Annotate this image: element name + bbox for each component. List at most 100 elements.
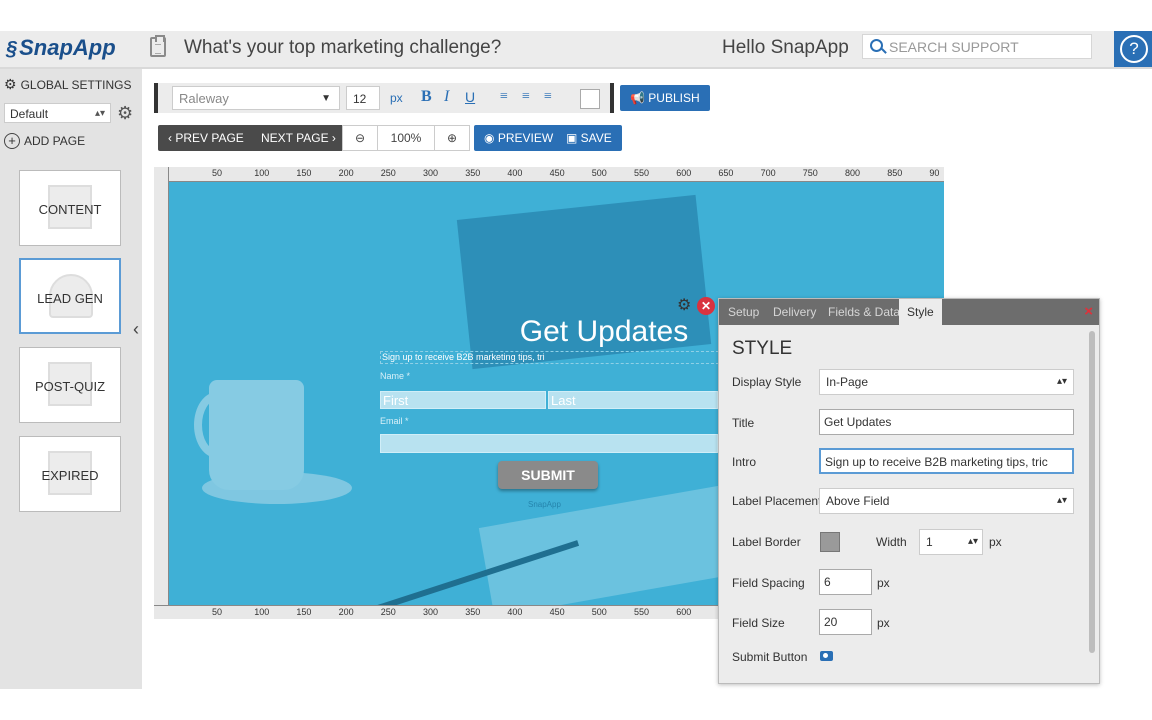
preview-button[interactable]: ◉ PREVIEW bbox=[474, 125, 564, 151]
ruler-tick-label: 500 bbox=[591, 168, 607, 178]
publish-button[interactable]: 📢 PUBLISH bbox=[620, 85, 710, 111]
align-right-icon[interactable]: ≡ bbox=[544, 89, 552, 105]
snapapp-logo[interactable]: §SnapApp bbox=[6, 35, 116, 61]
first-name-field[interactable]: First bbox=[380, 391, 546, 409]
text-color-picker[interactable] bbox=[580, 89, 600, 109]
snapapp-mark-icon: § bbox=[6, 38, 18, 60]
page-card-label: EXPIRED bbox=[41, 468, 99, 483]
label-placement-select[interactable]: Above Field ▴▾ bbox=[819, 488, 1074, 514]
px-unit: px bbox=[877, 616, 890, 630]
page-card-lead-gen[interactable]: LEAD GEN bbox=[19, 258, 121, 334]
help-button[interactable]: ? bbox=[1114, 31, 1152, 67]
font-family-select[interactable]: Raleway ▼ bbox=[172, 86, 340, 110]
ruler-top: 50 100 150 200 250 300 350 400 450 500 550 600 650 70… bbox=[154, 167, 944, 182]
zoom-level: 100% bbox=[377, 125, 435, 151]
page-card-label: CONTENT bbox=[38, 202, 102, 217]
tab-fields-data[interactable]: Fields & Data bbox=[828, 305, 900, 319]
zoom-out-icon[interactable]: ⊖ bbox=[342, 125, 378, 151]
tab-setup[interactable]: Setup bbox=[728, 305, 759, 319]
clipboard-icon[interactable] bbox=[150, 35, 166, 57]
app-header: §SnapApp What's your top marketing chall… bbox=[0, 31, 1152, 69]
display-style-select[interactable]: In-Page ▴▾ bbox=[819, 369, 1074, 395]
px-unit: px bbox=[989, 535, 1002, 549]
bold-button[interactable]: B bbox=[421, 88, 432, 106]
border-width-select[interactable]: 1 ▴▾ bbox=[919, 529, 983, 555]
label-border-label: Label Border bbox=[732, 535, 801, 549]
ruler-tick-label: 350 bbox=[465, 607, 481, 617]
form-title[interactable]: Get Updates bbox=[454, 315, 754, 349]
preview-label: PREVIEW bbox=[497, 131, 554, 145]
gear-icon[interactable]: ⚙ bbox=[677, 298, 693, 314]
chevron-left-icon[interactable]: ‹ bbox=[133, 319, 139, 340]
background-mug bbox=[209, 380, 304, 490]
save-button[interactable]: ▣ SAVE bbox=[556, 125, 622, 151]
title-label: Title bbox=[732, 416, 755, 430]
title-input[interactable]: Get Updates bbox=[819, 409, 1074, 435]
eye-icon: ◉ bbox=[484, 131, 498, 145]
font-size-unit: px bbox=[390, 91, 403, 105]
last-name-field[interactable]: Last bbox=[548, 391, 718, 409]
floppy-icon: ▣ bbox=[566, 131, 581, 145]
user-greeting[interactable]: Hello SnapApp bbox=[722, 37, 849, 59]
label-placement-label: Label Placement bbox=[732, 494, 822, 508]
form-intro[interactable]: Sign up to receive B2B marketing tips, t… bbox=[380, 351, 719, 364]
email-label: Email * bbox=[380, 416, 409, 426]
global-settings-label: GLOBAL SETTINGS bbox=[20, 78, 132, 92]
search-input[interactable] bbox=[887, 37, 1091, 57]
megaphone-icon: 📢 bbox=[630, 91, 649, 105]
select-arrows-icon: ▴▾ bbox=[967, 536, 978, 547]
italic-button[interactable]: I bbox=[444, 88, 449, 106]
theme-select[interactable]: Default ▴▾ bbox=[4, 103, 111, 123]
align-left-icon[interactable]: ≡ bbox=[500, 89, 508, 105]
font-size-input[interactable]: 12 bbox=[346, 86, 380, 110]
field-size-label: Field Size bbox=[732, 616, 785, 630]
field-size-input[interactable]: 20 bbox=[819, 609, 872, 635]
submit-button-label: Submit Button bbox=[732, 650, 808, 664]
page-card-label: POST-QUIZ bbox=[34, 379, 106, 394]
ruler-tick-label: 90 bbox=[929, 168, 940, 178]
underline-button[interactable]: U bbox=[465, 89, 475, 105]
panel-scrollbar[interactable] bbox=[1089, 331, 1095, 653]
submit-button[interactable]: SUBMIT bbox=[498, 461, 598, 489]
ruler-tick-label: 600 bbox=[676, 168, 692, 178]
ruler-tick-label: 700 bbox=[760, 168, 776, 178]
search-support-box[interactable] bbox=[862, 34, 1092, 59]
ruler-tick-label: 300 bbox=[423, 168, 439, 178]
style-panel: Setup Delivery Fields & Data Style × STY… bbox=[718, 298, 1100, 684]
page-card-content[interactable]: CONTENT bbox=[19, 170, 121, 246]
email-field[interactable] bbox=[380, 434, 718, 453]
logo-text: SnapApp bbox=[19, 35, 116, 60]
name-label: Name * bbox=[380, 371, 411, 381]
ruler-tick-label: 200 bbox=[338, 607, 354, 617]
ruler-tick-label: 200 bbox=[338, 168, 354, 178]
intro-input[interactable]: Sign up to receive B2B marketing tips, t… bbox=[819, 448, 1074, 474]
ruler-tick-label: 250 bbox=[380, 168, 396, 178]
ruler-tick-label: 850 bbox=[887, 168, 903, 178]
theme-settings-gear-icon[interactable]: ⚙ bbox=[117, 103, 133, 124]
ruler-tick-label: 250 bbox=[380, 607, 396, 617]
ruler-tick-label: 500 bbox=[591, 607, 607, 617]
page-card-expired[interactable]: EXPIRED bbox=[19, 436, 121, 512]
label-border-color-picker[interactable] bbox=[820, 532, 840, 552]
align-center-icon[interactable]: ≡ bbox=[522, 89, 530, 105]
search-icon bbox=[870, 39, 883, 52]
next-page-label: NEXT PAGE bbox=[261, 131, 329, 145]
ruler-tick-label: 100 bbox=[254, 607, 270, 617]
tab-delivery[interactable]: Delivery bbox=[773, 305, 816, 319]
select-arrows-icon: ▴▾ bbox=[94, 108, 105, 119]
global-settings-button[interactable]: ⚙ GLOBAL SETTINGS bbox=[4, 76, 131, 93]
tab-style[interactable]: Style bbox=[899, 299, 942, 325]
ruler-tick-label: 800 bbox=[845, 168, 861, 178]
prev-page-button[interactable]: ‹ PREV PAGE bbox=[158, 125, 254, 151]
add-page-label: ADD PAGE bbox=[24, 134, 86, 148]
zoom-in-icon[interactable]: ⊕ bbox=[434, 125, 470, 151]
field-spacing-input[interactable]: 6 bbox=[819, 569, 872, 595]
close-icon[interactable]: ✕ bbox=[697, 297, 715, 315]
project-title[interactable]: What's your top marketing challenge? bbox=[184, 37, 501, 59]
next-page-button[interactable]: NEXT PAGE › bbox=[251, 125, 346, 151]
page-card-post-quiz[interactable]: POST-QUIZ bbox=[19, 347, 121, 423]
close-icon[interactable]: × bbox=[1084, 303, 1093, 320]
add-page-button[interactable]: + ADD PAGE bbox=[4, 133, 85, 149]
camera-icon[interactable] bbox=[820, 651, 833, 661]
theme-value: Default bbox=[10, 107, 49, 121]
